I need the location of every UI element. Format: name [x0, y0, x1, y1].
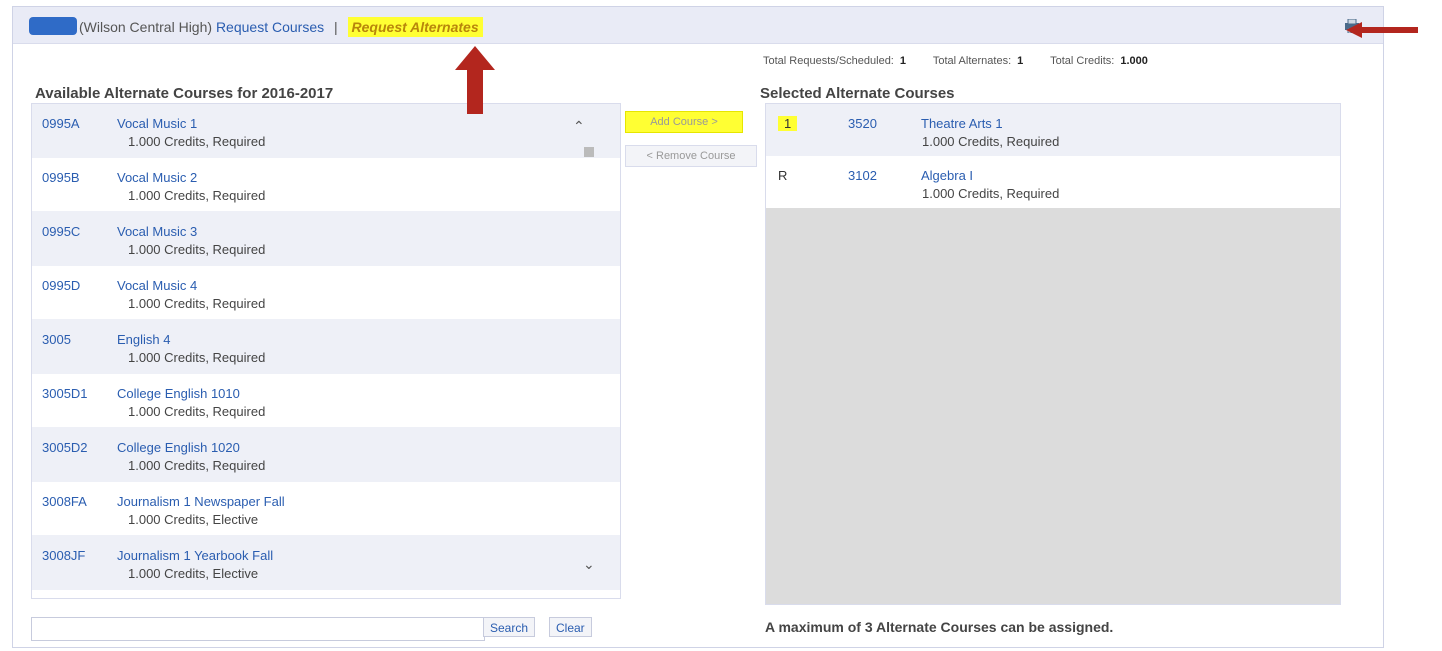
course-row[interactable]: 0995D Vocal Music 4 1.000 Credits, Requi…: [32, 266, 620, 320]
rank-badge: 1: [778, 116, 798, 131]
totals-bar: Total Requests/Scheduled: 1 Total Alterna…: [763, 55, 1172, 67]
scrollbar-thumb[interactable]: [584, 147, 594, 157]
annotation-arrow-up-icon: [455, 46, 495, 114]
course-meta: 1.000 Credits, Required: [128, 458, 266, 473]
course-code: 0995A: [42, 116, 80, 131]
course-name[interactable]: Vocal Music 1: [117, 116, 197, 131]
course-name[interactable]: Vocal Music 3: [117, 224, 197, 239]
course-code: 0995C: [42, 224, 81, 239]
add-course-button[interactable]: Add Course >: [625, 111, 743, 133]
selected-courses-title: Selected Alternate Courses: [760, 85, 955, 102]
course-row[interactable]: 0995A Vocal Music 1 1.000 Credits, Requi…: [32, 104, 620, 158]
selected-course-code: 3520: [848, 116, 877, 131]
remove-course-button[interactable]: < Remove Course: [625, 145, 757, 167]
course-meta: 1.000 Credits, Required: [128, 242, 266, 257]
available-courses-title: Available Alternate Courses for 2016-201…: [35, 85, 334, 102]
course-code: 3005D1: [42, 386, 88, 401]
breadcrumb: (Wilson Central High) Request Courses | …: [79, 17, 483, 37]
search-input[interactable]: [31, 617, 485, 641]
search-button[interactable]: Search: [483, 617, 536, 637]
selected-course-code: 3102: [848, 168, 877, 183]
course-code: 0995D: [42, 278, 81, 293]
course-name[interactable]: Vocal Music 2: [117, 170, 197, 185]
course-meta: 1.000 Credits, Elective: [128, 566, 259, 581]
scroll-up-icon[interactable]: ⌃: [573, 118, 585, 135]
course-row[interactable]: 3008FA Journalism 1 Newspaper Fall 1.000…: [32, 482, 620, 536]
course-name[interactable]: Journalism 1 Newspaper Fall: [117, 494, 285, 509]
course-code: 3008FA: [42, 494, 87, 509]
course-meta: 1.000 Credits, Required: [128, 404, 266, 419]
course-name[interactable]: English 4: [117, 332, 170, 347]
course-meta: 1.000 Credits, Elective: [128, 512, 259, 527]
max-alternates-note: A maximum of 3 Alternate Courses can be …: [765, 619, 1114, 635]
selected-course-name[interactable]: Theatre Arts 1: [921, 116, 1003, 131]
selected-course-name[interactable]: Algebra I: [921, 168, 973, 183]
course-name[interactable]: College English 1010: [117, 386, 240, 401]
course-row[interactable]: 3005 English 4 1.000 Credits, Required: [32, 320, 620, 374]
school-label: (Wilson Central High): [79, 19, 213, 35]
request-alternates-panel: (Wilson Central High) Request Courses | …: [12, 6, 1384, 648]
annotation-arrow-left-icon: [1346, 22, 1418, 38]
logo-icon: [29, 17, 77, 35]
selected-courses-list: 1 3520 Theatre Arts 1 1.000 Credits, Req…: [765, 103, 1341, 605]
breadcrumb-separator: |: [334, 19, 338, 35]
course-row[interactable]: 3008JF Journalism 1 Yearbook Fall 1.000 …: [32, 536, 620, 590]
course-meta: 1.000 Credits, Required: [128, 350, 266, 365]
course-name[interactable]: College English 1020: [117, 440, 240, 455]
total-requests-value: 1: [899, 55, 906, 67]
total-alternates-value: 1: [1017, 55, 1024, 67]
course-row[interactable]: 3005D1 College English 1010 1.000 Credit…: [32, 374, 620, 428]
course-name[interactable]: Vocal Music 4: [117, 278, 197, 293]
clear-button[interactable]: Clear: [549, 617, 592, 637]
selected-course-row[interactable]: R 3102 Algebra I 1.000 Credits, Required: [766, 156, 1340, 208]
selected-course-meta: 1.000 Credits, Required: [922, 186, 1060, 201]
course-code: 3008JF: [42, 548, 86, 563]
total-credits-label: Total Credits:: [1050, 55, 1115, 67]
total-alternates-label: Total Alternates:: [932, 55, 1012, 67]
request-alternates-tab[interactable]: Request Alternates: [347, 17, 483, 37]
selected-course-meta: 1.000 Credits, Required: [922, 134, 1060, 149]
course-meta: 1.000 Credits, Required: [128, 188, 266, 203]
total-requests-label: Total Requests/Scheduled:: [763, 55, 894, 67]
total-credits-value: 1.000: [1120, 55, 1148, 67]
scroll-down-icon[interactable]: ⌄: [583, 556, 595, 573]
course-name[interactable]: Journalism 1 Yearbook Fall: [117, 548, 273, 563]
course-code: 3005: [42, 332, 71, 347]
available-courses-list[interactable]: 0995A Vocal Music 1 1.000 Credits, Requi…: [31, 103, 621, 599]
course-row[interactable]: 3005D2 College English 1020 1.000 Credit…: [32, 428, 620, 482]
request-courses-link[interactable]: Request Courses: [216, 19, 324, 35]
course-row[interactable]: 0995B Vocal Music 2 1.000 Credits, Requi…: [32, 158, 620, 212]
selected-course-row[interactable]: 1 3520 Theatre Arts 1 1.000 Credits, Req…: [766, 104, 1340, 156]
top-bar: (Wilson Central High) Request Courses | …: [13, 7, 1383, 44]
course-row[interactable]: 0995C Vocal Music 3 1.000 Credits, Requi…: [32, 212, 620, 266]
course-meta: 1.000 Credits, Required: [128, 296, 266, 311]
rank-badge: R: [778, 168, 788, 183]
course-meta: 1.000 Credits, Required: [128, 134, 266, 149]
course-code: 0995B: [42, 170, 80, 185]
course-code: 3005D2: [42, 440, 88, 455]
